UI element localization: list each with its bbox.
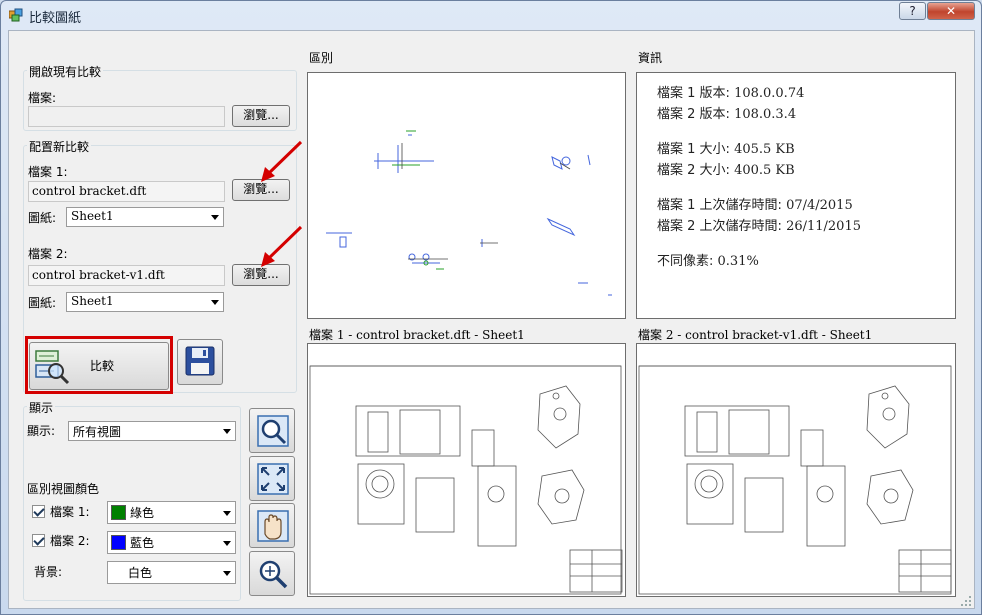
info-panel: 檔案 1 版本: 108.0.0.74 檔案 2 版本: 108.0.3.4 檔… xyxy=(636,72,956,319)
file1-label: 檔案 1: xyxy=(28,165,68,179)
diff-color-caption: 區別視圖顏色 xyxy=(27,482,100,496)
file1-version-value: 108.0.0.74 xyxy=(734,86,805,101)
show-label: 顯示: xyxy=(27,424,56,438)
file2-field[interactable]: control bracket-v1.dft xyxy=(28,265,225,286)
title-bar: 比較圖紙 ? ✕ xyxy=(1,1,981,29)
window: 比較圖紙 ? ✕ 開啟現有比較 檔案: 瀏覽... 配置新比較 檔案 1: co… xyxy=(0,0,982,615)
background-select[interactable]: 白色 xyxy=(107,561,236,584)
file2-color-label: 檔案 2: xyxy=(50,534,90,548)
chevron-down-icon xyxy=(223,571,231,576)
compare-icon xyxy=(35,350,70,385)
file2-color-checkbox[interactable] xyxy=(32,534,45,547)
chevron-down-icon xyxy=(211,215,219,220)
file1-size-label: 檔案 1 大小: xyxy=(657,142,735,157)
file1-color-swatch xyxy=(111,505,126,520)
open-existing-caption: 開啟現有比較 xyxy=(27,63,104,80)
diff-pixels-line: 不同像素: 0.31% xyxy=(657,250,759,269)
file2-label: 檔案 2: xyxy=(28,247,68,261)
diff-pixels-value: 0.31% xyxy=(717,254,759,269)
chevron-down-icon xyxy=(223,511,231,516)
display-caption: 顯示 xyxy=(27,399,56,416)
file1-color-value: 綠色 xyxy=(130,506,155,520)
diff-drawing xyxy=(326,130,612,296)
file2-version-label: 檔案 2 版本: xyxy=(657,107,735,122)
file1-saved-line: 檔案 1 上次儲存時間: 07/4/2015 xyxy=(657,194,853,213)
sheet1-panel-title: 檔案 1 - control bracket.dft - Sheet1 xyxy=(309,328,525,342)
sheet1-drawing xyxy=(309,365,623,595)
sheet2-label: 圖紙: xyxy=(28,296,57,310)
sheet2-drawing xyxy=(638,365,952,595)
compare-button[interactable]: 比較 xyxy=(29,342,169,390)
zoom-icon xyxy=(259,560,288,589)
compare-button-label: 比較 xyxy=(90,359,115,373)
zoom-button[interactable] xyxy=(249,551,295,596)
save-icon xyxy=(185,346,215,376)
existing-browse-button[interactable]: 瀏覽... xyxy=(232,105,290,127)
diff-panel-title: 區別 xyxy=(309,51,334,65)
zoom-area-button[interactable] xyxy=(249,408,295,453)
file1-saved-label: 檔案 1 上次儲存時間: xyxy=(657,198,787,213)
new-compare-caption: 配置新比較 xyxy=(27,138,92,155)
file2-size-label: 檔案 2 大小: xyxy=(657,163,735,178)
file2-size-line: 檔案 2 大小: 400.5 KB xyxy=(657,159,795,178)
existing-file-field[interactable] xyxy=(28,106,225,127)
chevron-down-icon xyxy=(211,300,219,305)
chevron-down-icon xyxy=(223,541,231,546)
file2-version-line: 檔案 2 版本: 108.0.3.4 xyxy=(657,103,796,122)
file1-version-label: 檔案 1 版本: xyxy=(657,86,735,101)
zoom-area-icon xyxy=(257,415,289,447)
sheet2-view[interactable] xyxy=(636,343,956,597)
sheet1-select-value: Sheet1 xyxy=(71,209,114,223)
pan-icon xyxy=(257,510,289,542)
help-button[interactable]: ? xyxy=(899,2,926,20)
fit-button[interactable] xyxy=(249,456,295,501)
file1-color-label: 檔案 1: xyxy=(50,505,90,519)
sheet1-label: 圖紙: xyxy=(28,211,57,225)
resize-grip-icon[interactable] xyxy=(961,596,973,608)
close-button[interactable]: ✕ xyxy=(927,2,975,20)
file1-version-line: 檔案 1 版本: 108.0.0.74 xyxy=(657,82,804,101)
save-button[interactable] xyxy=(177,339,223,385)
window-title: 比較圖紙 xyxy=(29,11,82,26)
file2-size-value: 400.5 KB xyxy=(734,163,795,178)
sheet2-select-value: Sheet1 xyxy=(71,294,114,308)
file2-color-select[interactable]: 藍色 xyxy=(107,531,236,554)
file2-version-value: 108.0.3.4 xyxy=(734,107,797,122)
file1-saved-value: 07/4/2015 xyxy=(786,198,853,213)
file1-color-select[interactable]: 綠色 xyxy=(107,501,236,524)
file2-color-swatch xyxy=(111,535,126,550)
existing-file-label: 檔案: xyxy=(28,91,57,105)
chevron-down-icon xyxy=(223,429,231,434)
dialog-client: 開啟現有比較 檔案: 瀏覽... 配置新比較 檔案 1: control bra… xyxy=(8,30,975,609)
file2-saved-line: 檔案 2 上次儲存時間: 26/11/2015 xyxy=(657,215,861,234)
sheet1-view[interactable] xyxy=(307,343,626,597)
show-select-value: 所有視圖 xyxy=(73,425,122,439)
file1-size-line: 檔案 1 大小: 405.5 KB xyxy=(657,138,795,157)
show-select[interactable]: 所有視圖 xyxy=(68,421,236,441)
sheet2-select[interactable]: Sheet1 xyxy=(66,292,224,312)
background-label: 背景: xyxy=(34,565,63,579)
sheet2-panel-title: 檔案 2 - control bracket-v1.dft - Sheet1 xyxy=(638,328,873,342)
file2-saved-label: 檔案 2 上次儲存時間: xyxy=(657,219,787,234)
fit-icon xyxy=(257,463,289,495)
background-value: 白色 xyxy=(128,566,153,580)
sheet1-select[interactable]: Sheet1 xyxy=(66,207,224,227)
pan-button[interactable] xyxy=(249,503,295,548)
file2-color-value: 藍色 xyxy=(130,536,155,550)
app-icon xyxy=(9,8,23,22)
file1-size-value: 405.5 KB xyxy=(734,142,795,157)
file2-saved-value: 26/11/2015 xyxy=(786,219,861,234)
info-panel-title: 資訊 xyxy=(638,51,663,65)
file1-field[interactable]: control bracket.dft xyxy=(28,181,225,202)
diff-pixels-label: 不同像素: xyxy=(657,254,718,269)
diff-view[interactable] xyxy=(307,72,626,319)
file1-color-checkbox[interactable] xyxy=(32,505,45,518)
